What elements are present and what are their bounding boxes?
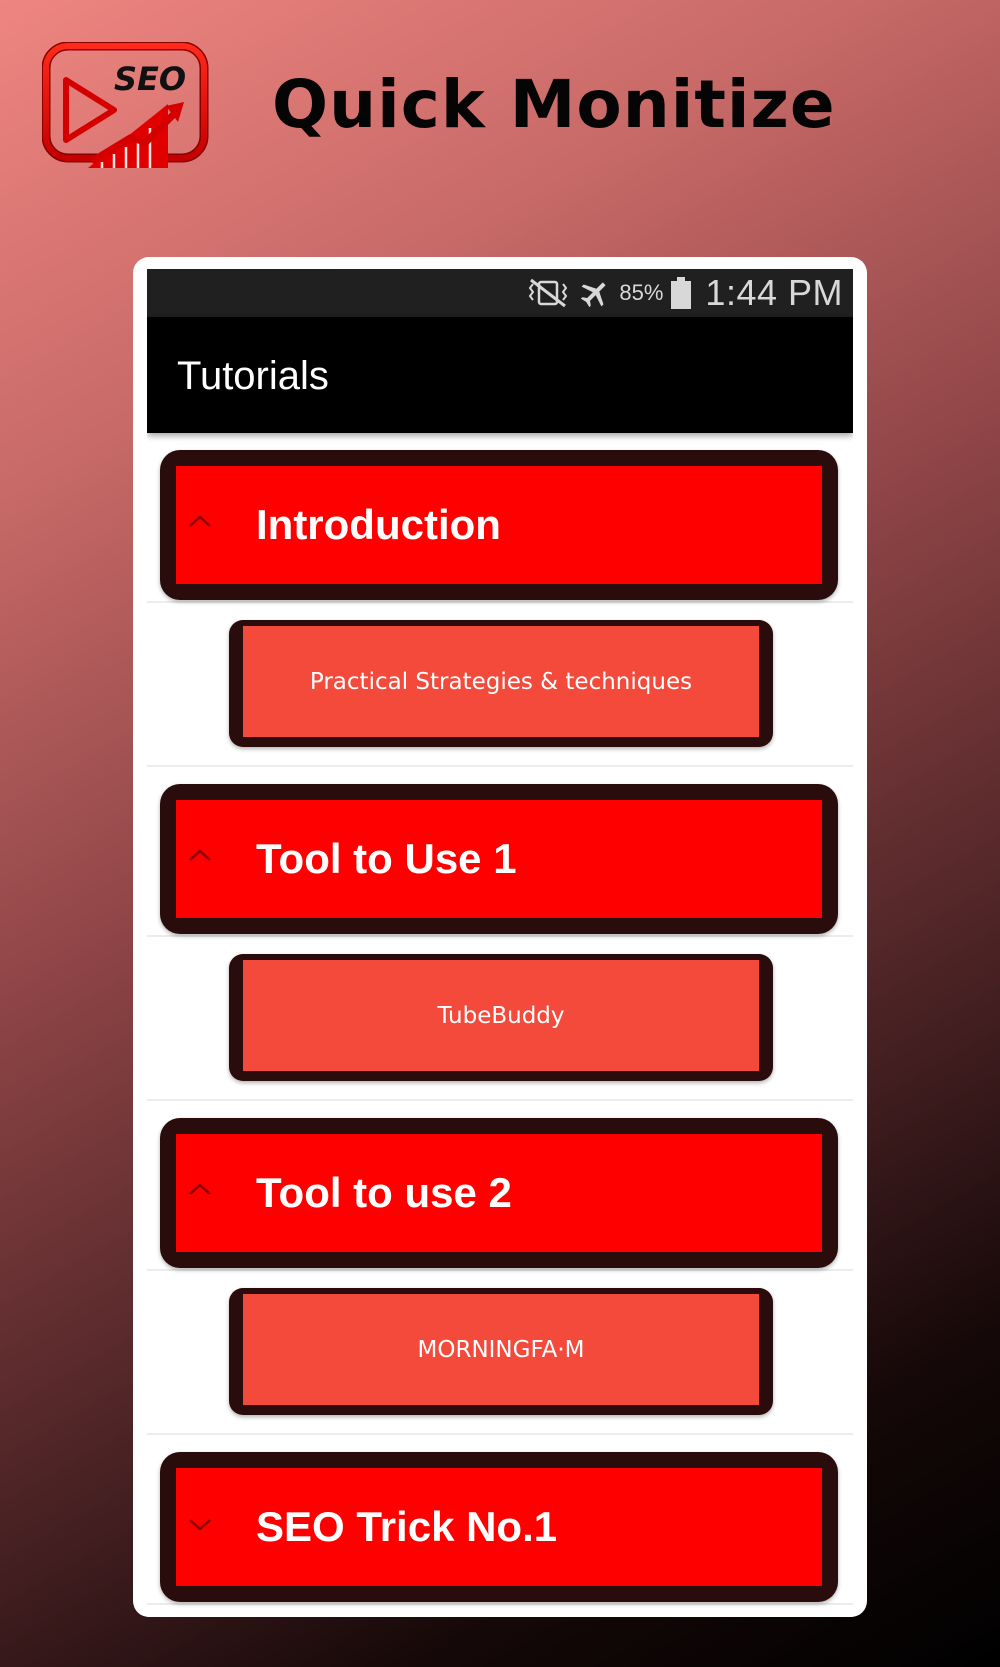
app-screen: 85% 1:44 PM Tutorials Introduction Pract… <box>147 269 853 1617</box>
vibrate-mute-icon <box>529 278 568 308</box>
chevron-up-icon <box>189 1183 211 1195</box>
group-header-seo-trick-1[interactable]: SEO Trick No.1 <box>160 1452 838 1602</box>
list-group-row: SEO Trick No.1 <box>147 1435 853 1605</box>
status-bar: 85% 1:44 PM <box>147 269 853 317</box>
group-header-introduction[interactable]: Introduction <box>160 450 838 600</box>
battery-icon <box>671 277 692 309</box>
group-header-label: Introduction <box>256 501 501 548</box>
child-item-fill: MORNINGFA·M <box>243 1294 759 1405</box>
seo-logo: SEO <box>42 42 209 168</box>
chevron-up-icon <box>189 515 211 527</box>
group-header-label: Tool to Use 1 <box>256 835 517 882</box>
group-header-fill: SEO Trick No.1 <box>176 1468 822 1586</box>
child-item-label: TubeBuddy <box>437 1002 565 1029</box>
group-header-tool-to-use-1[interactable]: Tool to Use 1 <box>160 784 838 934</box>
child-item-practical-strategies[interactable]: Practical Strategies & techniques <box>229 620 773 747</box>
child-item-fill: TubeBuddy <box>243 960 759 1071</box>
promo-header: SEO Quick Monitize <box>0 0 1000 230</box>
app-bar-title: Tutorials <box>177 354 329 398</box>
clock: 1:44 PM <box>705 272 843 313</box>
phone-frame: 85% 1:44 PM Tutorials Introduction Pract… <box>133 257 867 1617</box>
svg-text:SEO: SEO <box>114 60 186 98</box>
group-header-label: Tool to use 2 <box>256 1169 512 1216</box>
tutorial-list: Introduction Practical Strategies & tech… <box>147 433 853 1605</box>
group-header-tool-to-use-2[interactable]: Tool to use 2 <box>160 1118 838 1268</box>
app-title: Quick Monitize <box>272 66 836 143</box>
child-item-morningfam[interactable]: MORNINGFA·M <box>229 1288 773 1415</box>
status-icons: 85% 1:44 PM <box>525 269 843 317</box>
chevron-down-icon <box>189 1519 211 1531</box>
list-child-row: TubeBuddy <box>147 937 853 1101</box>
app-bar: Tutorials <box>147 317 853 433</box>
list-group-row: Tool to use 2 <box>147 1101 853 1271</box>
child-item-fill: Practical Strategies & techniques <box>243 626 759 737</box>
child-item-label: MORNINGFA·M <box>417 1336 585 1363</box>
child-item-tubebuddy[interactable]: TubeBuddy <box>229 954 773 1081</box>
list-group-row: Introduction <box>147 433 853 603</box>
list-child-row: MORNINGFA·M <box>147 1271 853 1435</box>
group-header-fill: Tool to use 2 <box>176 1134 822 1252</box>
group-header-label: SEO Trick No.1 <box>256 1503 558 1550</box>
airplane-mode-icon <box>581 282 606 308</box>
list-child-row: Practical Strategies & techniques <box>147 603 853 767</box>
child-item-label: Practical Strategies & techniques <box>309 668 693 695</box>
list-group-row: Tool to Use 1 <box>147 767 853 937</box>
battery-percent: 85% <box>619 280 664 305</box>
chevron-up-icon <box>189 849 211 861</box>
group-header-fill: Introduction <box>176 466 822 584</box>
group-header-fill: Tool to Use 1 <box>176 800 822 918</box>
